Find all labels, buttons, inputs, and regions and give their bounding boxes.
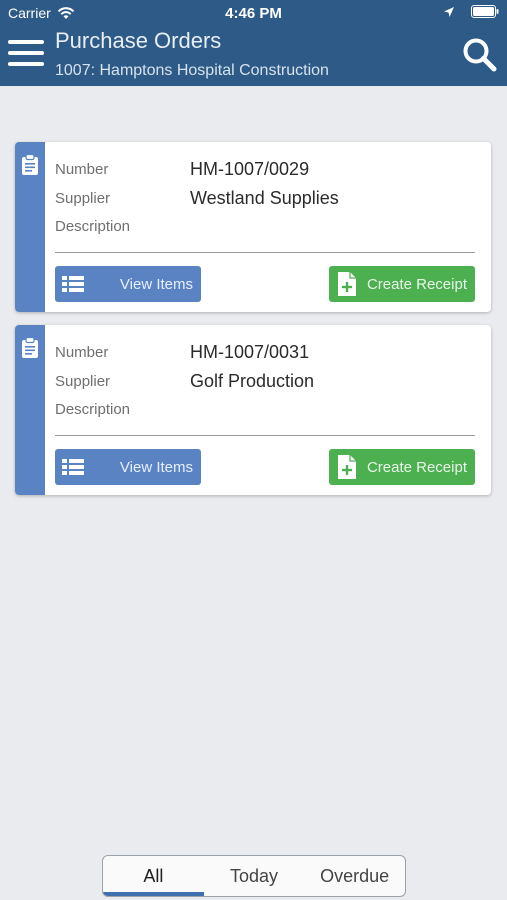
- battery-icon: [471, 5, 499, 18]
- page-title: Purchase Orders: [55, 28, 222, 53]
- description-label: Description: [55, 401, 131, 418]
- view-items-button[interactable]: View Items: [55, 449, 201, 485]
- clipboard-icon: [21, 336, 39, 364]
- create-receipt-button[interactable]: Create Receipt: [329, 266, 475, 302]
- search-icon[interactable]: [462, 37, 498, 73]
- number-label: Number: [55, 161, 109, 178]
- view-items-label: View Items: [119, 275, 193, 293]
- create-receipt-label: Create Receipt: [366, 275, 467, 293]
- order-number: HM-1007/0031: [190, 342, 310, 362]
- app-header: Carrier 4:46 PM Purchase Orders 1007: Ha…: [0, 0, 507, 86]
- purchase-order-card[interactable]: Number HM-1007/0031 Supplier Golf Produc…: [15, 325, 491, 495]
- clipboard-icon: [21, 153, 39, 181]
- menu-icon[interactable]: [8, 40, 44, 68]
- filter-all[interactable]: All: [103, 856, 204, 896]
- filter-today[interactable]: Today: [204, 856, 305, 896]
- create-receipt-label: Create Receipt: [366, 458, 467, 476]
- card-divider: [55, 252, 475, 253]
- order-supplier: Golf Production: [190, 371, 315, 391]
- list-icon: [55, 266, 91, 302]
- description-label: Description: [55, 218, 131, 235]
- order-supplier: Westland Supplies: [190, 188, 339, 208]
- view-items-button[interactable]: View Items: [55, 266, 201, 302]
- order-number: HM-1007/0029: [190, 159, 310, 179]
- purchase-order-card[interactable]: Number HM-1007/0029 Supplier Westland Su…: [15, 142, 491, 312]
- clock: 4:46 PM: [225, 5, 282, 22]
- file-add-icon: [329, 449, 365, 485]
- location-arrow-icon: [443, 6, 455, 18]
- card-divider: [55, 435, 475, 436]
- supplier-label: Supplier: [55, 190, 111, 207]
- view-items-label: View Items: [119, 458, 193, 476]
- create-receipt-button[interactable]: Create Receipt: [329, 449, 475, 485]
- filter-overdue[interactable]: Overdue: [304, 856, 405, 896]
- list-icon: [55, 449, 91, 485]
- number-label: Number: [55, 344, 109, 361]
- page-subtitle: 1007: Hamptons Hospital Construction: [55, 62, 329, 79]
- filter-segmented-control[interactable]: All Today Overdue: [102, 855, 406, 897]
- status-bar: Carrier 4:46 PM: [0, 0, 507, 26]
- supplier-label: Supplier: [55, 373, 111, 390]
- file-add-icon: [329, 266, 365, 302]
